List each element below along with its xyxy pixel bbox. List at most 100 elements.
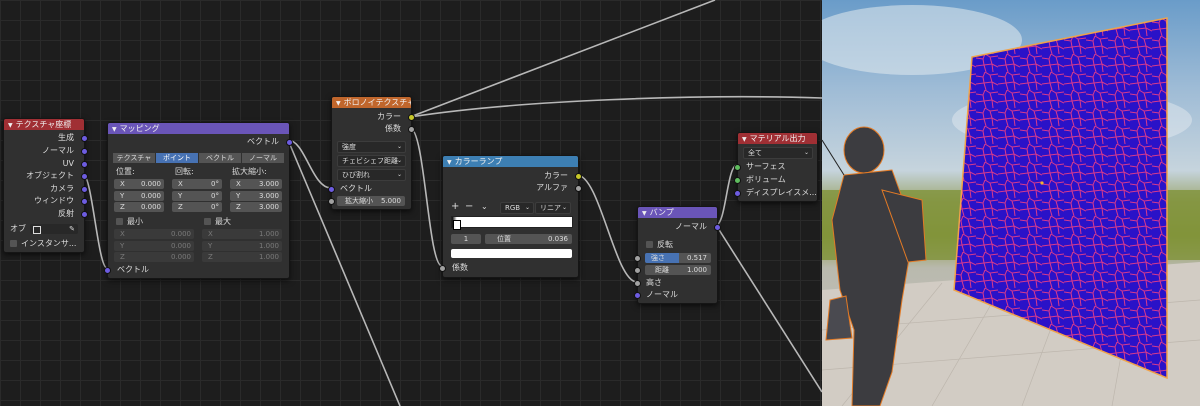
min-checkbox[interactable] [116, 218, 123, 225]
location-header: 位置: [116, 167, 135, 176]
node-title: テクスチャ座標 [15, 120, 72, 129]
height-input-socket[interactable] [634, 280, 641, 287]
collapse-icon[interactable]: ▼ [336, 100, 341, 107]
socket-label: カメラ [50, 184, 74, 193]
collapse-icon[interactable]: ▼ [742, 136, 747, 143]
voronoi-texture-node[interactable]: ▼ ボロノイテクスチャ カラー 係数 強度 ⌄ チェビシェフ距離 ⌄ ひび割れ ⌄ ベク… [328, 96, 415, 210]
chevron-down-icon: ⌄ [524, 204, 530, 211]
rotation-y-field[interactable]: Y 0° [172, 191, 222, 201]
collapse-icon[interactable]: ▼ [8, 122, 13, 129]
scale-y-field[interactable]: Y 3.000 [230, 191, 282, 201]
height-input-label: 高さ [646, 278, 662, 287]
link-bump-off [715, 224, 822, 393]
color-ramp-node[interactable]: ▼ カラーランプ カラー アルファ + − ⌄ RGB ⌄ リニア ⌄ 1 位置 0.0… [439, 155, 582, 278]
eyedropper-icon[interactable]: ✎ [69, 224, 75, 234]
bump-node[interactable]: ▼ バンプ ノーマル 反転 強さ 0.517 距離 1.000 高さ ノーマル [634, 206, 721, 304]
material-output-node[interactable]: ▼ マテリアル出力 全て ⌄ サーフェス ボリューム ディスプレイスメ... [734, 132, 818, 202]
collapse-icon[interactable]: ▼ [642, 210, 647, 217]
volume-input-socket[interactable] [734, 177, 741, 184]
max-checkbox[interactable] [204, 218, 211, 225]
object-field[interactable]: ✎ [30, 224, 78, 234]
output-socket[interactable] [81, 161, 88, 168]
color-stop-marker[interactable] [453, 220, 461, 230]
node-header[interactable]: ▼ マテリアル出力 [738, 133, 817, 144]
stop-index-field[interactable]: 1 [451, 234, 481, 244]
collapse-icon[interactable]: ▼ [447, 159, 452, 166]
socket-label: 生成 [58, 133, 74, 142]
link-voronoi-off1 [409, 0, 716, 118]
node-header[interactable]: ▼ マッピング [108, 123, 289, 134]
invert-checkbox[interactable] [646, 241, 653, 248]
output-socket[interactable] [81, 198, 88, 205]
chevron-down-icon: ⌄ [561, 204, 567, 211]
collapse-icon[interactable]: ▼ [112, 126, 117, 133]
node-header[interactable]: ▼ バンプ [638, 207, 717, 218]
alpha-output-socket[interactable] [575, 185, 582, 192]
object-label: オブ [10, 224, 26, 233]
normal-input-label: ノーマル [646, 290, 678, 299]
color-mode-dropdown[interactable]: RGB ⌄ [500, 202, 534, 214]
color-output-socket[interactable] [408, 114, 415, 121]
tab-point[interactable]: ポイント [156, 153, 198, 163]
distance-dropdown[interactable]: チェビシェフ距離 ⌄ [337, 155, 406, 167]
mapping-node[interactable]: ▼ マッピング ベクトル テクスチャ ポイント ベクトル ノーマル 位置: 回転:… [104, 122, 293, 279]
location-y-field[interactable]: Y 0.000 [114, 191, 164, 201]
color-output-socket[interactable] [575, 173, 582, 180]
remove-stop-icon[interactable]: − [465, 202, 473, 212]
rotation-x-field[interactable]: X 0° [172, 179, 222, 189]
factor-output-socket[interactable] [408, 126, 415, 133]
scale-input-socket[interactable] [328, 198, 335, 205]
displacement-input-socket[interactable] [734, 190, 741, 197]
stop-color-swatch[interactable] [451, 249, 572, 258]
strength-slider[interactable]: 強さ 0.517 [645, 253, 711, 263]
normal-input-socket[interactable] [634, 292, 641, 299]
feature-dropdown[interactable]: 強度 ⌄ [337, 141, 406, 153]
vector-input-socket[interactable] [104, 267, 111, 274]
distance-field[interactable]: 距離 1.000 [645, 265, 711, 275]
chevron-down-icon: ⌄ [803, 149, 809, 156]
chevron-down-icon[interactable]: ⌄ [481, 202, 488, 212]
tab-normal[interactable]: ノーマル [242, 153, 284, 163]
link-colorramp-bump [576, 174, 638, 283]
stop-position-field[interactable]: 位置 0.036 [485, 234, 572, 244]
scale-field[interactable]: 拡大縮小 5.000 [337, 196, 405, 206]
output-socket[interactable] [81, 173, 88, 180]
vector-input-socket[interactable] [328, 186, 335, 193]
socket-label: UV [62, 159, 74, 168]
node-header[interactable]: ▼ テクスチャ座標 [4, 119, 84, 130]
location-z-field[interactable]: Z 0.000 [114, 202, 164, 212]
strength-input-socket[interactable] [634, 255, 641, 262]
factor-input-socket[interactable] [439, 265, 446, 272]
normal-output-socket[interactable] [714, 224, 721, 231]
invert-label: 反転 [657, 240, 673, 249]
interpolation-dropdown[interactable]: リニア ⌄ [535, 202, 571, 214]
scale-x-field[interactable]: X 3.000 [230, 179, 282, 189]
max-label: 最大 [215, 217, 231, 226]
output-socket[interactable] [81, 148, 88, 155]
displacement-input-label: ディスプレイスメ... [746, 188, 817, 197]
tab-vector[interactable]: ベクトル [199, 153, 241, 163]
instancer-checkbox[interactable] [10, 240, 17, 247]
distance-input-socket[interactable] [634, 267, 641, 274]
add-stop-icon[interactable]: + [451, 202, 459, 212]
node-editor[interactable]: ▼ テクスチャ座標 生成 ノーマル UV オブジェクト カメラ ウィンドウ 反射 … [0, 0, 822, 406]
output-socket[interactable] [81, 135, 88, 142]
3d-viewport[interactable] [822, 0, 1200, 406]
target-dropdown[interactable]: 全て ⌄ [743, 147, 813, 159]
node-header[interactable]: ▼ カラーランプ [443, 156, 578, 167]
instancer-label: インスタンサ... [21, 239, 77, 248]
node-header[interactable]: ▼ ボロノイテクスチャ [332, 97, 411, 108]
output-socket[interactable] [81, 211, 88, 218]
rotation-z-field[interactable]: Z 0° [172, 202, 222, 212]
mode-dropdown[interactable]: ひび割れ ⌄ [337, 169, 406, 181]
surface-input-socket[interactable] [734, 164, 741, 171]
output-socket[interactable] [81, 186, 88, 193]
vector-output-socket[interactable] [286, 139, 293, 146]
scale-z-field[interactable]: Z 3.000 [230, 202, 282, 212]
tab-texture[interactable]: テクスチャ [113, 153, 155, 163]
location-x-field[interactable]: X 0.000 [114, 179, 164, 189]
chevron-down-icon: ⌄ [396, 171, 402, 178]
vector-input-label: ベクトル [340, 184, 372, 193]
texture-coordinate-node[interactable]: ▼ テクスチャ座標 生成 ノーマル UV オブジェクト カメラ ウィンドウ 反射 … [3, 118, 88, 253]
color-ramp-bar[interactable] [451, 216, 573, 228]
